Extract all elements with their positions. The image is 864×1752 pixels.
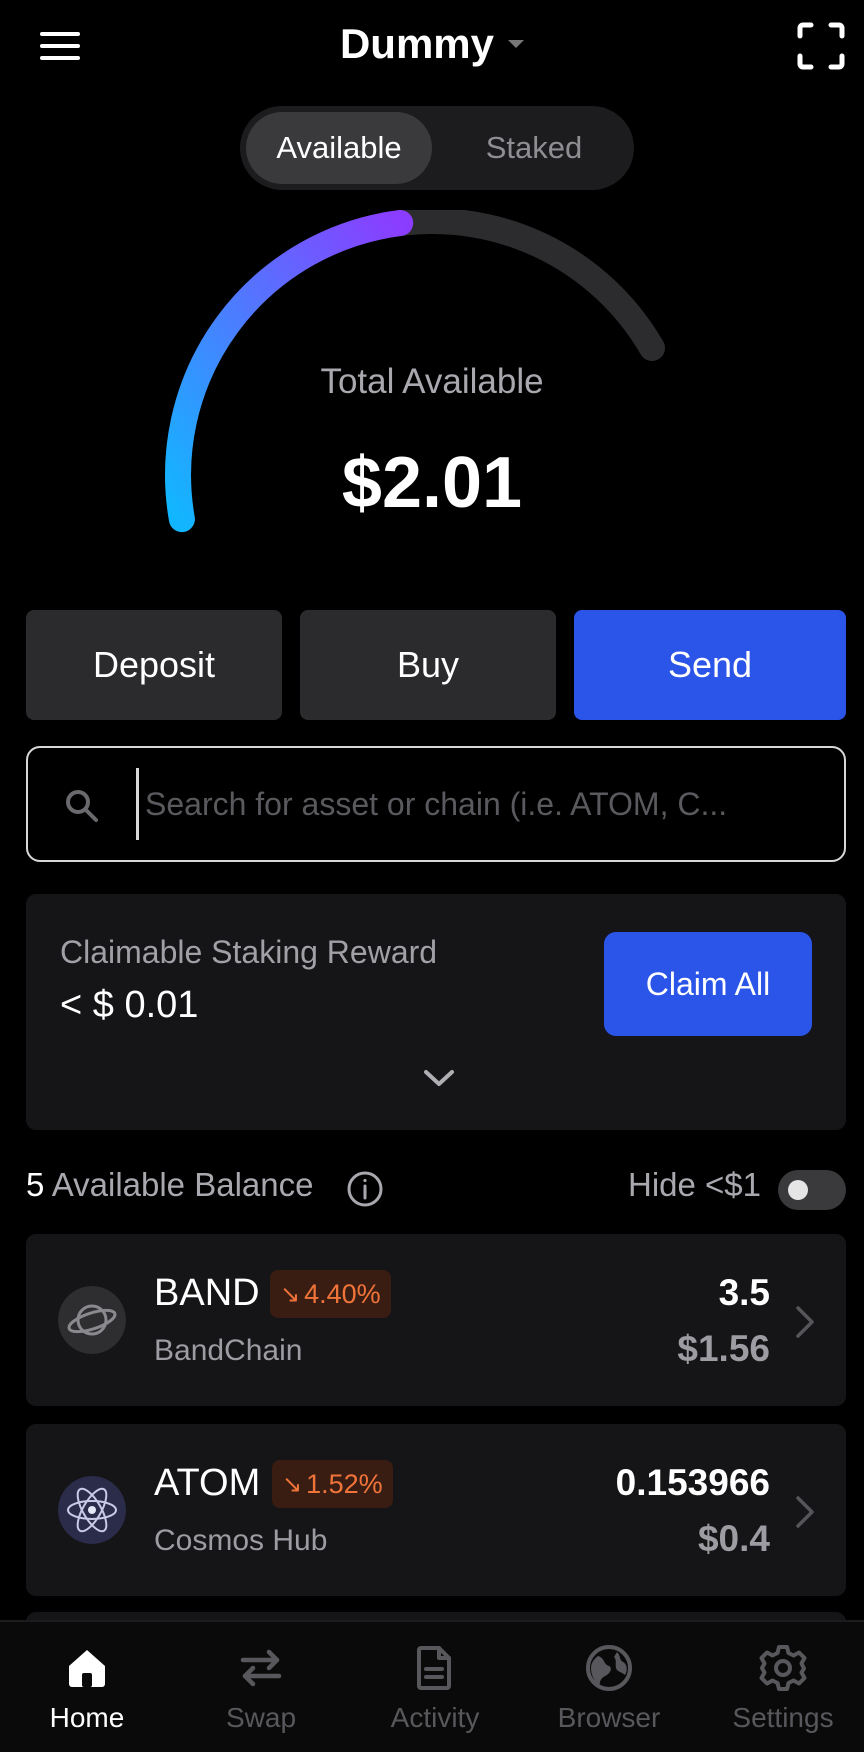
nav-home[interactable]: Home (0, 1642, 174, 1734)
asset-usd-value: $1.56 (677, 1328, 770, 1369)
info-icon[interactable] (346, 1170, 384, 1208)
asset-count: 5 (26, 1166, 45, 1203)
nav-swap-label: Swap (225, 1702, 297, 1733)
available-balance-title: Available Balance (51, 1166, 314, 1203)
total-available-value: $2.01 (341, 443, 523, 523)
staking-reward-card: Claimable Staking Reward < $ 0.01 Claim … (26, 894, 846, 1130)
trend-down-icon: ↘ (280, 1280, 301, 1308)
chevron-right-icon (796, 1306, 814, 1338)
gear-icon (759, 1645, 807, 1691)
claim-all-button[interactable]: Claim All (604, 932, 812, 1036)
total-available-label: Total Available (320, 362, 544, 401)
asset-row-band[interactable]: BAND ↘ 4.40% BandChain 3.5 $1.56 (26, 1234, 846, 1406)
chevron-right-icon (796, 1496, 814, 1528)
price-change-value: 1.52% (306, 1468, 383, 1499)
document-icon (417, 1646, 451, 1690)
toggle-knob (788, 1180, 808, 1200)
nav-swap[interactable]: Swap (174, 1642, 348, 1734)
asset-row-atom[interactable]: ATOM ↘ 1.52% Cosmos Hub 0.153966 $0.4 (26, 1424, 846, 1596)
home-icon (69, 1650, 105, 1687)
asset-symbol: ATOM (154, 1462, 261, 1504)
price-change-badge: ↘ 4.40% (270, 1270, 391, 1318)
price-change-badge: ↘ 1.52% (272, 1460, 393, 1508)
search-input[interactable] (136, 768, 826, 840)
wallet-selector[interactable]: Dummy (0, 20, 864, 68)
nav-settings[interactable]: Settings (696, 1642, 864, 1734)
asset-chain: Cosmos Hub (154, 1524, 328, 1557)
tab-staked[interactable]: Staked (440, 112, 628, 184)
cosmos-atom-icon (58, 1476, 126, 1544)
nav-activity[interactable]: Activity (348, 1642, 522, 1734)
buy-button[interactable]: Buy (300, 610, 556, 720)
deposit-button[interactable]: Deposit (26, 610, 282, 720)
reward-label: Claimable Staking Reward (60, 934, 438, 970)
wallet-home-screen: Dummy Available Staked Total Available $… (0, 0, 864, 1752)
asset-usd-value: $0.4 (697, 1518, 770, 1559)
chevron-down-icon[interactable] (420, 1066, 458, 1090)
nav-browser-label: Browser (557, 1702, 661, 1733)
tab-available[interactable]: Available (246, 112, 432, 184)
wallet-name: Dummy (339, 20, 495, 67)
nav-activity-label: Activity (390, 1702, 480, 1733)
search-icon (66, 790, 98, 822)
asset-amount: 3.5 (718, 1272, 770, 1313)
scan-frame-icon[interactable] (797, 22, 845, 70)
asset-symbol: BAND (154, 1272, 260, 1314)
bottom-navigation: Home Swap Activity Browser Settings (0, 1620, 864, 1752)
available-balance-heading: 5 Available Balance (26, 1166, 313, 1204)
reward-value: < $ 0.01 (60, 984, 199, 1026)
search-box (26, 746, 846, 862)
trend-down-icon: ↘ (282, 1470, 303, 1498)
caret-down-icon (508, 39, 525, 48)
send-button[interactable]: Send (574, 610, 846, 720)
nav-browser[interactable]: Browser (522, 1642, 696, 1734)
asset-chain: BandChain (154, 1334, 303, 1367)
balance-type-toggle: Available Staked (240, 106, 634, 190)
band-planet-icon (58, 1286, 126, 1354)
globe-icon (586, 1645, 632, 1691)
hide-small-balances-toggle[interactable] (778, 1170, 846, 1210)
asset-amount: 0.153966 (615, 1462, 770, 1503)
hide-small-balances-label: Hide <$1 (628, 1166, 762, 1203)
nav-settings-label: Settings (732, 1702, 834, 1733)
swap-arrows-icon (240, 1649, 282, 1687)
price-change-value: 4.40% (304, 1278, 381, 1309)
nav-home-label: Home (49, 1702, 125, 1733)
